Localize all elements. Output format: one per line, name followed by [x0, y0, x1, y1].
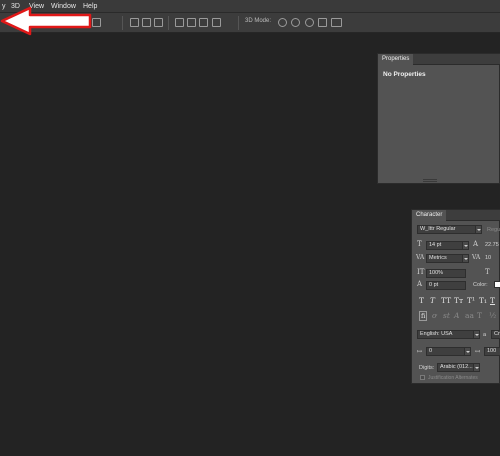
- chevron-down-icon[interactable]: [462, 241, 469, 250]
- chevron-down-icon[interactable]: [464, 347, 471, 356]
- indent-right-field[interactable]: 100: [484, 347, 500, 356]
- language-field[interactable]: English: USA: [417, 330, 475, 339]
- old-style-button[interactable]: ơ: [432, 311, 437, 320]
- character-panel: Character W_Ittr Regular Regu T 14 pt A …: [411, 209, 500, 384]
- indent-left-icon: ↦: [417, 348, 423, 355]
- tracking-field[interactable]: 10: [485, 255, 491, 261]
- distribute-hcenter-icon[interactable]: [187, 18, 196, 27]
- vertical-scale-field[interactable]: 100%: [426, 269, 466, 278]
- indent-right-icon: ↤: [475, 348, 481, 355]
- auto-align-icon[interactable]: [212, 18, 221, 27]
- baseline-shift-icon: A: [417, 280, 423, 288]
- leading-field[interactable]: 22.75: [485, 242, 499, 248]
- distribute-right-icon[interactable]: [199, 18, 208, 27]
- properties-tab[interactable]: Properties: [378, 54, 414, 65]
- font-family-field[interactable]: W_Ittr Regular: [417, 225, 477, 234]
- distribute-top-icon[interactable]: [130, 18, 139, 27]
- scale-3d-icon[interactable]: [331, 18, 342, 27]
- tracking-icon: VA: [472, 254, 481, 261]
- red-arrow-icon: [0, 6, 92, 36]
- all-caps-button[interactable]: TT: [441, 296, 451, 305]
- digits-label: Digits:: [419, 365, 435, 371]
- chevron-down-icon[interactable]: [475, 225, 482, 234]
- digits-field[interactable]: Arabic (012...: [437, 363, 475, 372]
- ordinals-button[interactable]: T: [477, 311, 482, 320]
- distribute-bottom-icon[interactable]: [154, 18, 163, 27]
- justification-label: Justification Alternates: [428, 375, 478, 381]
- character-tab[interactable]: Character: [412, 210, 447, 221]
- superscript-button[interactable]: T¹: [467, 296, 475, 305]
- panel-resize-grip[interactable]: [423, 179, 437, 182]
- ligatures-button[interactable]: fi: [419, 311, 428, 321]
- align-icon[interactable]: [92, 18, 101, 27]
- vertical-scale-icon: IT: [417, 268, 425, 276]
- faux-bold-button[interactable]: T: [419, 296, 424, 305]
- distribute-left-icon[interactable]: [175, 18, 184, 27]
- 3d-mode-label: 3D Mode:: [245, 18, 272, 24]
- horizontal-scale-icon: T: [485, 268, 490, 276]
- type-style-buttons: T T TT Tт T¹ T₁ T: [419, 296, 499, 306]
- kerning-field[interactable]: Metrics: [426, 254, 464, 263]
- drag-3d-icon[interactable]: [305, 18, 314, 27]
- swash-button[interactable]: st: [443, 311, 450, 320]
- font-size-icon: T: [417, 240, 422, 248]
- distribute-vcenter-icon[interactable]: [142, 18, 151, 27]
- indent-left-field[interactable]: 0: [426, 347, 466, 356]
- rotate-3d-icon[interactable]: [278, 18, 287, 27]
- stylistic-alternates-button[interactable]: A: [454, 311, 459, 320]
- properties-panel: Properties No Properties: [377, 53, 500, 184]
- roll-3d-icon[interactable]: [291, 18, 300, 27]
- faux-italic-button[interactable]: T: [430, 296, 435, 305]
- anti-alias-field[interactable]: Cr: [491, 330, 500, 339]
- chevron-down-icon[interactable]: [462, 254, 469, 263]
- toolbar-separator: [238, 16, 239, 30]
- properties-empty-text: No Properties: [383, 71, 426, 78]
- properties-tab-bar: Properties: [378, 54, 500, 65]
- fractions-button[interactable]: ½: [489, 311, 496, 320]
- justification-checkbox[interactable]: [420, 375, 425, 380]
- underline-button[interactable]: T: [490, 296, 495, 305]
- font-size-field[interactable]: 14 pt: [426, 241, 464, 250]
- color-swatch[interactable]: [494, 281, 500, 288]
- baseline-shift-field[interactable]: 0 pt: [426, 281, 466, 290]
- font-style-field[interactable]: Regu: [487, 227, 500, 233]
- slide-3d-icon[interactable]: [318, 18, 327, 27]
- chevron-down-icon[interactable]: [473, 330, 480, 339]
- color-label: Color:: [473, 282, 488, 288]
- toolbar-separator: [168, 16, 169, 30]
- leading-icon: A: [473, 240, 479, 248]
- opentype-buttons: fi ơ st A aa T ½: [419, 311, 499, 321]
- kerning-icon: VA: [416, 254, 425, 261]
- subscript-button[interactable]: T₁: [479, 296, 487, 305]
- anti-alias-prefix: a: [483, 332, 487, 338]
- titling-alternates-button[interactable]: aa: [465, 311, 474, 320]
- character-tab-bar: Character: [412, 210, 500, 221]
- chevron-down-icon[interactable]: [473, 363, 480, 372]
- small-caps-button[interactable]: Tт: [454, 296, 463, 305]
- toolbar-separator: [122, 16, 123, 30]
